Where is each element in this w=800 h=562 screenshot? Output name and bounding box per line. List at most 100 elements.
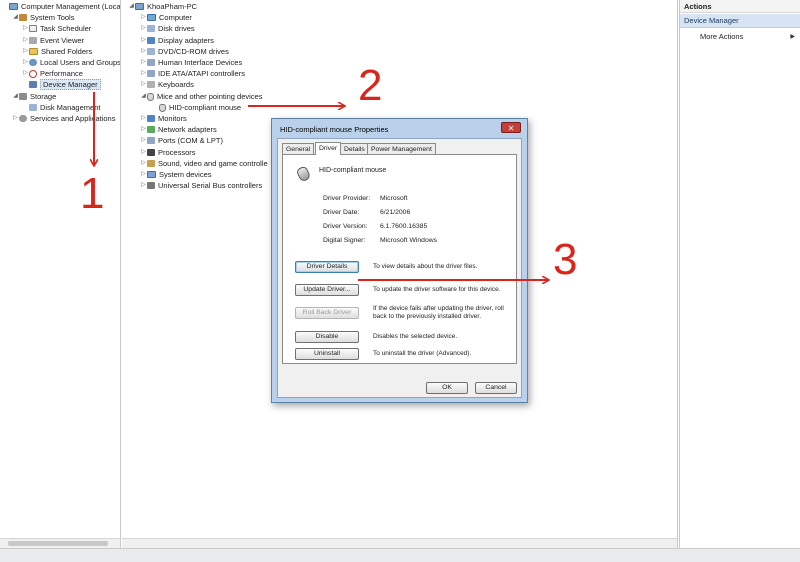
collapsed-chevron-icon[interactable]: ▷: [140, 12, 147, 23]
monitor-icon: [147, 115, 155, 122]
actions-section-device-manager[interactable]: Device Manager: [680, 14, 800, 28]
update-driver-description: To update the driver software for this d…: [373, 286, 501, 293]
step-2-label: 2: [358, 61, 383, 110]
task-scheduler-icon: [29, 25, 37, 33]
device-tree-item[interactable]: ▷ Processors: [140, 147, 196, 158]
collapsed-chevron-icon[interactable]: ▷: [140, 135, 147, 146]
device-tree-item[interactable]: ◢ KhoaPham-PC: [128, 1, 197, 12]
device-tree-item[interactable]: HID-compliant mouse: [152, 102, 241, 113]
console-tree-item[interactable]: ▷ Shared Folders: [22, 46, 92, 57]
console-tree-item[interactable]: ▷ Performance: [22, 68, 83, 79]
device-tree-label: Human Interface Devices: [158, 58, 243, 67]
console-tree-label: Disk Management: [40, 102, 101, 112]
expanded-chevron-icon[interactable]: ◢: [12, 12, 19, 23]
device-tree-label: Mice and other pointing devices: [157, 91, 263, 101]
device-tree-item[interactable]: ▷ Human Interface Devices: [140, 57, 242, 68]
driver-details-button[interactable]: Driver Details: [295, 261, 359, 273]
device-manager-icon: [29, 81, 37, 89]
device-name: HID-compliant mouse: [319, 167, 387, 174]
mouse-icon: [147, 92, 154, 101]
console-tree-label: Shared Folders: [41, 46, 93, 56]
collapsed-chevron-icon[interactable]: ▷: [140, 158, 147, 169]
collapsed-chevron-icon[interactable]: ▷: [22, 68, 29, 79]
console-tree-item[interactable]: Disk Management: [22, 102, 100, 113]
collapsed-chevron-icon[interactable]: ▷: [140, 124, 147, 135]
device-tree-item[interactable]: ▷ IDE ATA/ATAPI controllers: [140, 68, 245, 79]
device-tree-label: Display adapters: [158, 35, 214, 45]
update-driver-button[interactable]: Update Driver...: [295, 284, 359, 296]
collapsed-chevron-icon[interactable]: ▷: [140, 180, 147, 191]
expanded-chevron-icon[interactable]: ◢: [140, 91, 147, 102]
disable-button[interactable]: Disable: [295, 331, 359, 343]
disk-icon: [29, 103, 37, 111]
device-tree-label: Network adapters: [158, 125, 217, 135]
device-tree-item[interactable]: ◢ Mice and other pointing devices: [140, 91, 262, 102]
console-tree-label: Event Viewer: [40, 35, 85, 45]
device-tree-label: Processors: [158, 147, 196, 157]
device-tree-label: DVD/CD-ROM drives: [158, 46, 229, 56]
mouse-icon: [295, 165, 312, 183]
users-icon: [29, 59, 37, 66]
sound-icon: [147, 159, 155, 167]
mouse-icon: [159, 103, 166, 112]
device-tree-item[interactable]: ▷ Monitors: [140, 113, 187, 124]
console-tree-item[interactable]: ▷ Task Scheduler: [22, 23, 91, 34]
device-tree-label: System devices: [159, 170, 212, 179]
collapsed-chevron-icon[interactable]: ▷: [22, 46, 29, 57]
keyboard-icon: [147, 81, 155, 89]
dialog-title: HID-compliant mouse Properties: [280, 125, 389, 134]
collapsed-chevron-icon[interactable]: ▷: [22, 57, 29, 68]
roll-back-driver-button[interactable]: Roll Back Driver: [295, 307, 359, 319]
disk-icon: [147, 25, 155, 33]
device-tree-horizontal-scrollbar[interactable]: [122, 538, 677, 548]
device-tree-item[interactable]: ▷ Keyboards: [140, 79, 194, 90]
collapsed-chevron-icon[interactable]: ▷: [140, 169, 147, 180]
device-tree-item[interactable]: ▷ DVD/CD-ROM drives: [140, 46, 229, 57]
console-tree-item[interactable]: ▷ Event Viewer: [22, 35, 84, 46]
device-tree-item[interactable]: ▷ Computer: [140, 12, 192, 23]
console-tree-horizontal-scrollbar[interactable]: [0, 538, 120, 548]
device-tree-item[interactable]: ▷ Ports (COM & LPT): [140, 135, 223, 146]
event-viewer-icon: [29, 36, 37, 44]
collapsed-chevron-icon[interactable]: ▷: [140, 79, 147, 90]
storage-icon: [19, 92, 27, 100]
collapsed-chevron-icon[interactable]: ▷: [22, 35, 29, 46]
device-tree-item[interactable]: ▷ Universal Serial Bus controllers: [140, 180, 262, 191]
console-tree-item[interactable]: Device Manager: [22, 79, 101, 91]
collapsed-chevron-icon[interactable]: ▷: [140, 147, 147, 158]
scrollbar-thumb[interactable]: [8, 541, 108, 546]
collapsed-chevron-icon[interactable]: ▷: [12, 113, 19, 124]
device-tree-label: Ports (COM & LPT): [158, 136, 224, 146]
close-button[interactable]: ✕: [501, 122, 521, 133]
device-tree-item[interactable]: ▷ Display adapters: [140, 35, 214, 46]
device-tree-item[interactable]: ▷ Disk drives: [140, 23, 195, 34]
more-actions-link[interactable]: More Actions: [700, 31, 797, 42]
driver-date-label: Driver Date:: [323, 209, 360, 216]
collapsed-chevron-icon[interactable]: ▷: [140, 35, 147, 46]
driver-details-description: To view details about the driver files.: [373, 263, 478, 270]
ide-icon: [147, 70, 155, 78]
collapsed-chevron-icon[interactable]: ▷: [140, 46, 147, 57]
expanded-chevron-icon[interactable]: ◢: [128, 1, 135, 12]
console-tree-item[interactable]: ◢ System Tools: [12, 12, 74, 23]
console-tree-item[interactable]: ▷ Local Users and Groups: [22, 57, 121, 68]
device-tree-item[interactable]: ▷ Sound, video and game controlle: [140, 158, 267, 169]
collapsed-chevron-icon[interactable]: ▷: [140, 68, 147, 79]
device-tree-label: Monitors: [158, 114, 187, 123]
digital-signer-value: Microsoft Windows: [380, 237, 438, 244]
expanded-chevron-icon[interactable]: ◢: [12, 91, 19, 102]
console-tree-item[interactable]: ◢ Storage: [12, 91, 56, 102]
cancel-button[interactable]: Cancel: [475, 382, 517, 394]
collapsed-chevron-icon[interactable]: ▷: [140, 23, 147, 34]
collapsed-chevron-icon[interactable]: ▷: [22, 23, 29, 34]
device-tree-item[interactable]: ▷ System devices: [140, 169, 212, 180]
uninstall-button[interactable]: Uninstall: [295, 348, 359, 360]
tab-driver[interactable]: Driver: [315, 142, 342, 155]
collapsed-chevron-icon[interactable]: ▷: [140, 113, 147, 124]
collapsed-chevron-icon[interactable]: ▷: [140, 57, 147, 68]
device-tree-item[interactable]: ▷ Network adapters: [140, 124, 217, 135]
ok-button[interactable]: OK: [426, 382, 468, 394]
console-tree-item[interactable]: Computer Management (Local: [2, 1, 120, 12]
console-tree-label: Local Users and Groups: [40, 58, 121, 67]
console-tree-item[interactable]: ▷ Services and Applications: [12, 113, 115, 124]
